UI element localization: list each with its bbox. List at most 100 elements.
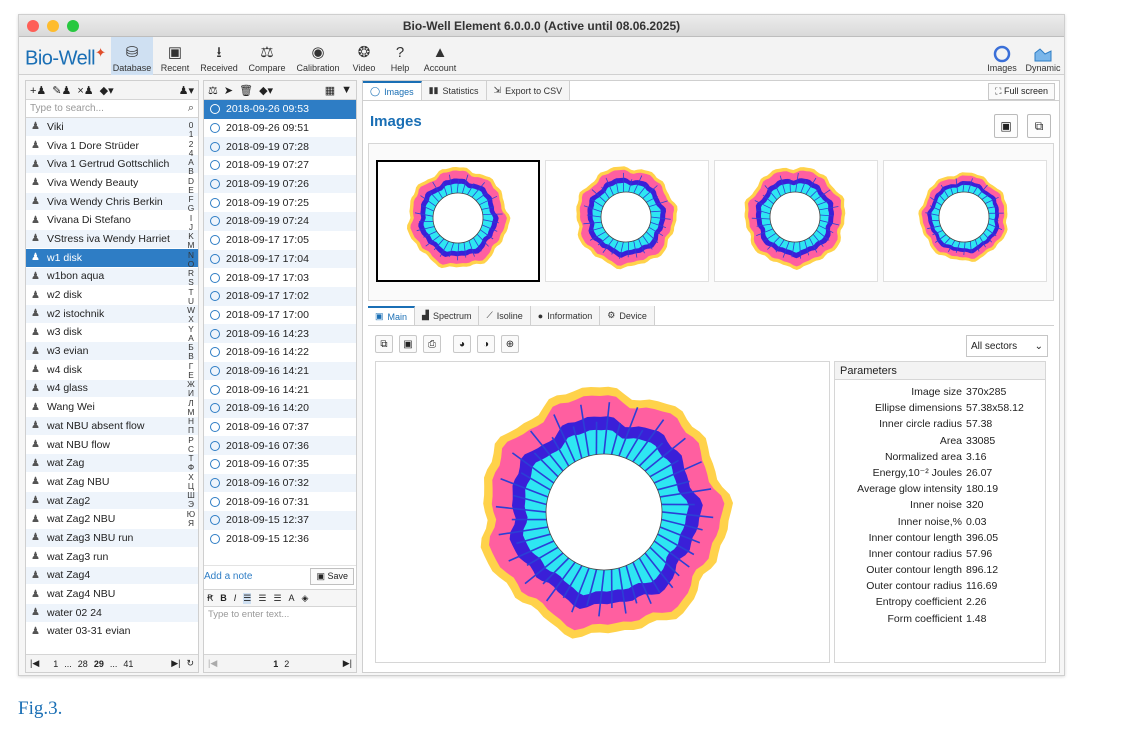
list-item[interactable]: ♟ wat Zag2 (26, 491, 198, 511)
table-row[interactable]: 2018-09-16 07:37 (204, 418, 356, 437)
table-row[interactable]: 2018-09-17 17:00 (204, 306, 356, 325)
sectors-icon[interactable]: ◑ (477, 335, 495, 353)
dynamic-button[interactable]: Dynamic (1023, 37, 1063, 75)
page-2[interactable]: 2 (284, 659, 289, 669)
alphabet-letter[interactable]: Я (185, 518, 197, 528)
person-filter-icon[interactable]: ♟▾ (179, 84, 194, 97)
list-item[interactable]: ♟ w1bon aqua (26, 267, 198, 287)
list-item[interactable]: ♟ wat Zag3 NBU run (26, 529, 198, 548)
toolbar-database-button[interactable]: ⛁ Database (111, 37, 153, 75)
table-row[interactable]: 2018-09-17 17:04 (204, 249, 356, 269)
clear-format-icon[interactable]: Ꞧ (207, 593, 213, 604)
zoom-window-button[interactable] (67, 20, 79, 32)
tab-isoline[interactable]: ⟋ Isoline (479, 306, 531, 325)
tab-export-to-csv[interactable]: ⇲ Export to CSV (486, 81, 571, 100)
font-color-icon[interactable]: A (289, 593, 295, 603)
table-row[interactable]: 2018-09-16 07:36 (204, 436, 356, 456)
tag-icon[interactable]: ◆▾ (259, 84, 273, 97)
list-item[interactable]: ♟ VStress iva Wendy Harriet (26, 230, 198, 249)
list-item[interactable]: ♟ Viki (26, 118, 198, 137)
align-right-icon[interactable]: ☰ (273, 593, 281, 604)
sector-select[interactable]: All sectors ⌄ (966, 335, 1048, 357)
page-1[interactable]: 1 (53, 659, 58, 669)
remove-person-icon[interactable]: ×♟ (77, 84, 93, 97)
copy-icon[interactable]: ⧉ (375, 335, 393, 353)
images-button[interactable]: Images (984, 37, 1020, 75)
list-item[interactable]: ♟ Viva Wendy Beauty (26, 174, 198, 193)
list-item[interactable]: ♟ water 03-31 evian (26, 623, 198, 642)
image-thumbnail[interactable] (545, 160, 709, 282)
image-thumbnail[interactable] (714, 160, 878, 282)
tag-icon[interactable]: ◆▾ (100, 84, 114, 97)
toolbar-account-button[interactable]: ▲ Account (416, 37, 464, 75)
add-person-icon[interactable]: +♟ (30, 84, 46, 97)
search-input[interactable]: Type to search... (30, 103, 104, 114)
edit-person-icon[interactable]: ✎♟ (52, 84, 71, 97)
table-row[interactable]: 2018-09-16 07:32 (204, 473, 356, 493)
filter-icon[interactable]: ▼ (341, 84, 352, 96)
refresh-icon[interactable]: ↻ (186, 658, 194, 669)
list-item[interactable]: ♟ Vivana Di Stefano (26, 211, 198, 231)
target-icon[interactable]: ⊕ (501, 335, 519, 353)
align-left-icon[interactable]: ☰ (243, 592, 252, 604)
list-item[interactable]: ♟ Wang Wei (26, 398, 198, 417)
list-item[interactable]: ♟ w1 disk (26, 248, 198, 268)
list-item[interactable]: ♟ w4 glass (26, 379, 198, 399)
note-textarea[interactable]: Type to enter text... (208, 609, 289, 620)
list-item[interactable]: ♟ wat Zag2 NBU (26, 510, 198, 530)
toolbar-received-button[interactable]: ⭳ Received (197, 37, 241, 75)
tab-device[interactable]: ⚙ Device (600, 306, 655, 325)
table-row[interactable]: 2018-09-15 12:36 (204, 530, 356, 549)
toolbar-help-button[interactable]: ? Help (385, 37, 415, 75)
trash-icon[interactable]: 🗑 (239, 84, 253, 97)
image-thumbnail[interactable] (883, 160, 1047, 282)
table-row[interactable]: 2018-09-16 14:22 (204, 343, 356, 362)
table-row[interactable]: 2018-09-17 17:05 (204, 231, 356, 250)
table-row[interactable]: 2018-09-17 17:03 (204, 268, 356, 287)
list-item[interactable]: ♟ w3 disk (26, 324, 198, 343)
tab-statistics[interactable]: ▮▮ Statistics (421, 81, 487, 100)
send-icon[interactable]: ➤ (224, 84, 233, 97)
close-window-button[interactable] (27, 20, 39, 32)
table-row[interactable]: 2018-09-16 07:35 (204, 455, 356, 474)
table-row[interactable]: 2018-09-15 12:37 (204, 511, 356, 530)
search-icon[interactable]: ⌕ (188, 102, 194, 115)
table-row[interactable]: 2018-09-19 07:28 (204, 137, 356, 157)
list-item[interactable]: ♟ wat NBU absent flow (26, 417, 198, 436)
italic-icon[interactable]: I (234, 593, 237, 603)
tab-information[interactable]: ● Information (530, 306, 601, 325)
fill-color-icon[interactable]: ◈ (302, 593, 309, 604)
table-row[interactable]: 2018-09-17 17:02 (204, 286, 356, 306)
table-row[interactable]: 2018-09-19 07:27 (204, 156, 356, 175)
list-item[interactable]: ♟ wat Zag4 NBU (26, 585, 198, 604)
tab-main[interactable]: ▣ Main (368, 306, 416, 325)
page-1[interactable]: 1 (273, 659, 278, 669)
list-item[interactable]: ♟ wat Zag NBU (26, 473, 198, 492)
image-export-icon[interactable]: ▣ (399, 335, 417, 353)
table-row[interactable]: 2018-09-16 14:21 (204, 380, 356, 399)
add-note-link[interactable]: Add a note (204, 571, 252, 582)
palette-icon[interactable]: ◕ (453, 335, 471, 353)
save-button[interactable]: ▣ Save (310, 568, 354, 585)
page-29[interactable]: 29 (94, 659, 104, 669)
last-page-icon[interactable]: ▶| (171, 658, 180, 669)
align-center-icon[interactable]: ☰ (258, 593, 266, 604)
first-page-icon[interactable]: |◀ (208, 658, 217, 669)
toolbar-compare-button[interactable]: ⚖ Compare (245, 37, 289, 75)
table-row[interactable]: 2018-09-26 09:53 (204, 100, 356, 119)
image-thumbnail[interactable] (376, 160, 540, 282)
calendar-icon[interactable]: ▦ (325, 84, 335, 97)
full-screen-button[interactable]: ⛶ Full screen (988, 83, 1055, 100)
table-row[interactable]: 2018-09-16 14:21 (204, 361, 356, 381)
toolbar-calibration-button[interactable]: ◉ Calibration (293, 37, 343, 75)
list-item[interactable]: ♟ wat NBU flow (26, 436, 198, 455)
list-item[interactable]: ♟ Viva 1 Dore Strüder (26, 137, 198, 156)
minimize-window-button[interactable] (47, 20, 59, 32)
table-row[interactable]: 2018-09-19 07:26 (204, 174, 356, 194)
compare-icon[interactable]: ⚖ (208, 84, 218, 97)
page-41[interactable]: 41 (123, 659, 133, 669)
table-row[interactable]: 2018-09-19 07:24 (204, 212, 356, 231)
toolbar-recent-button[interactable]: ▣ Recent (156, 37, 194, 75)
list-item[interactable]: ♟ Viva 1 Gertrud Gottschlich (26, 155, 198, 175)
list-item[interactable]: ♟ w3 evian (26, 342, 198, 361)
